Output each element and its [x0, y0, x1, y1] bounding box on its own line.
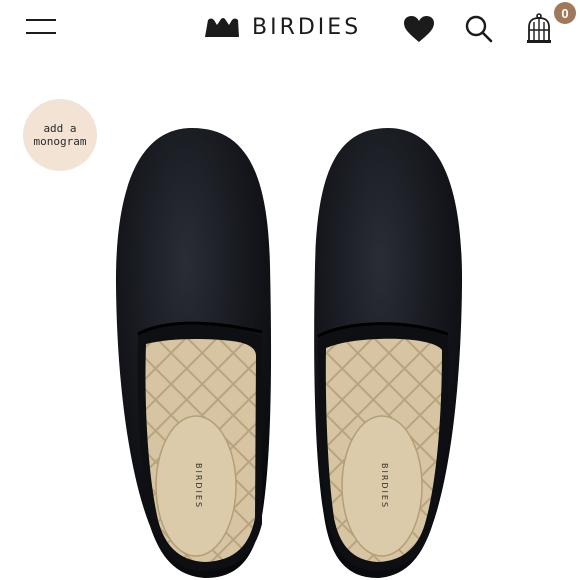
- cart-count-badge[interactable]: 0: [554, 2, 576, 24]
- product-image: BIRDIES BIRDIES add a monogram: [0, 56, 580, 580]
- svg-text:BIRDIES: BIRDIES: [380, 463, 389, 509]
- brand-name: BIRDIES: [252, 14, 362, 40]
- menu-line-bottom: [26, 32, 56, 34]
- search-button[interactable]: [462, 12, 496, 46]
- svg-text:BIRDIES: BIRDIES: [194, 463, 203, 509]
- hamburger-menu-icon[interactable]: [26, 16, 58, 38]
- favorites-button[interactable]: [402, 12, 436, 46]
- cart-button[interactable]: [522, 12, 556, 46]
- birdies-logo-icon: [205, 18, 239, 37]
- menu-line-top: [26, 19, 56, 21]
- heart-icon: [404, 16, 434, 42]
- right-shoe: BIRDIES: [314, 128, 463, 578]
- monogram-line-2: monogram: [33, 135, 87, 148]
- add-monogram-badge[interactable]: add a monogram: [23, 99, 97, 171]
- search-icon: [465, 15, 493, 43]
- site-header: BIRDIES 0: [0, 0, 580, 56]
- monogram-line-1: add a: [43, 122, 77, 135]
- birdcage-cart-icon: [527, 13, 551, 43]
- brand-logo[interactable]: BIRDIES: [204, 12, 361, 42]
- left-shoe: BIRDIES: [115, 128, 272, 578]
